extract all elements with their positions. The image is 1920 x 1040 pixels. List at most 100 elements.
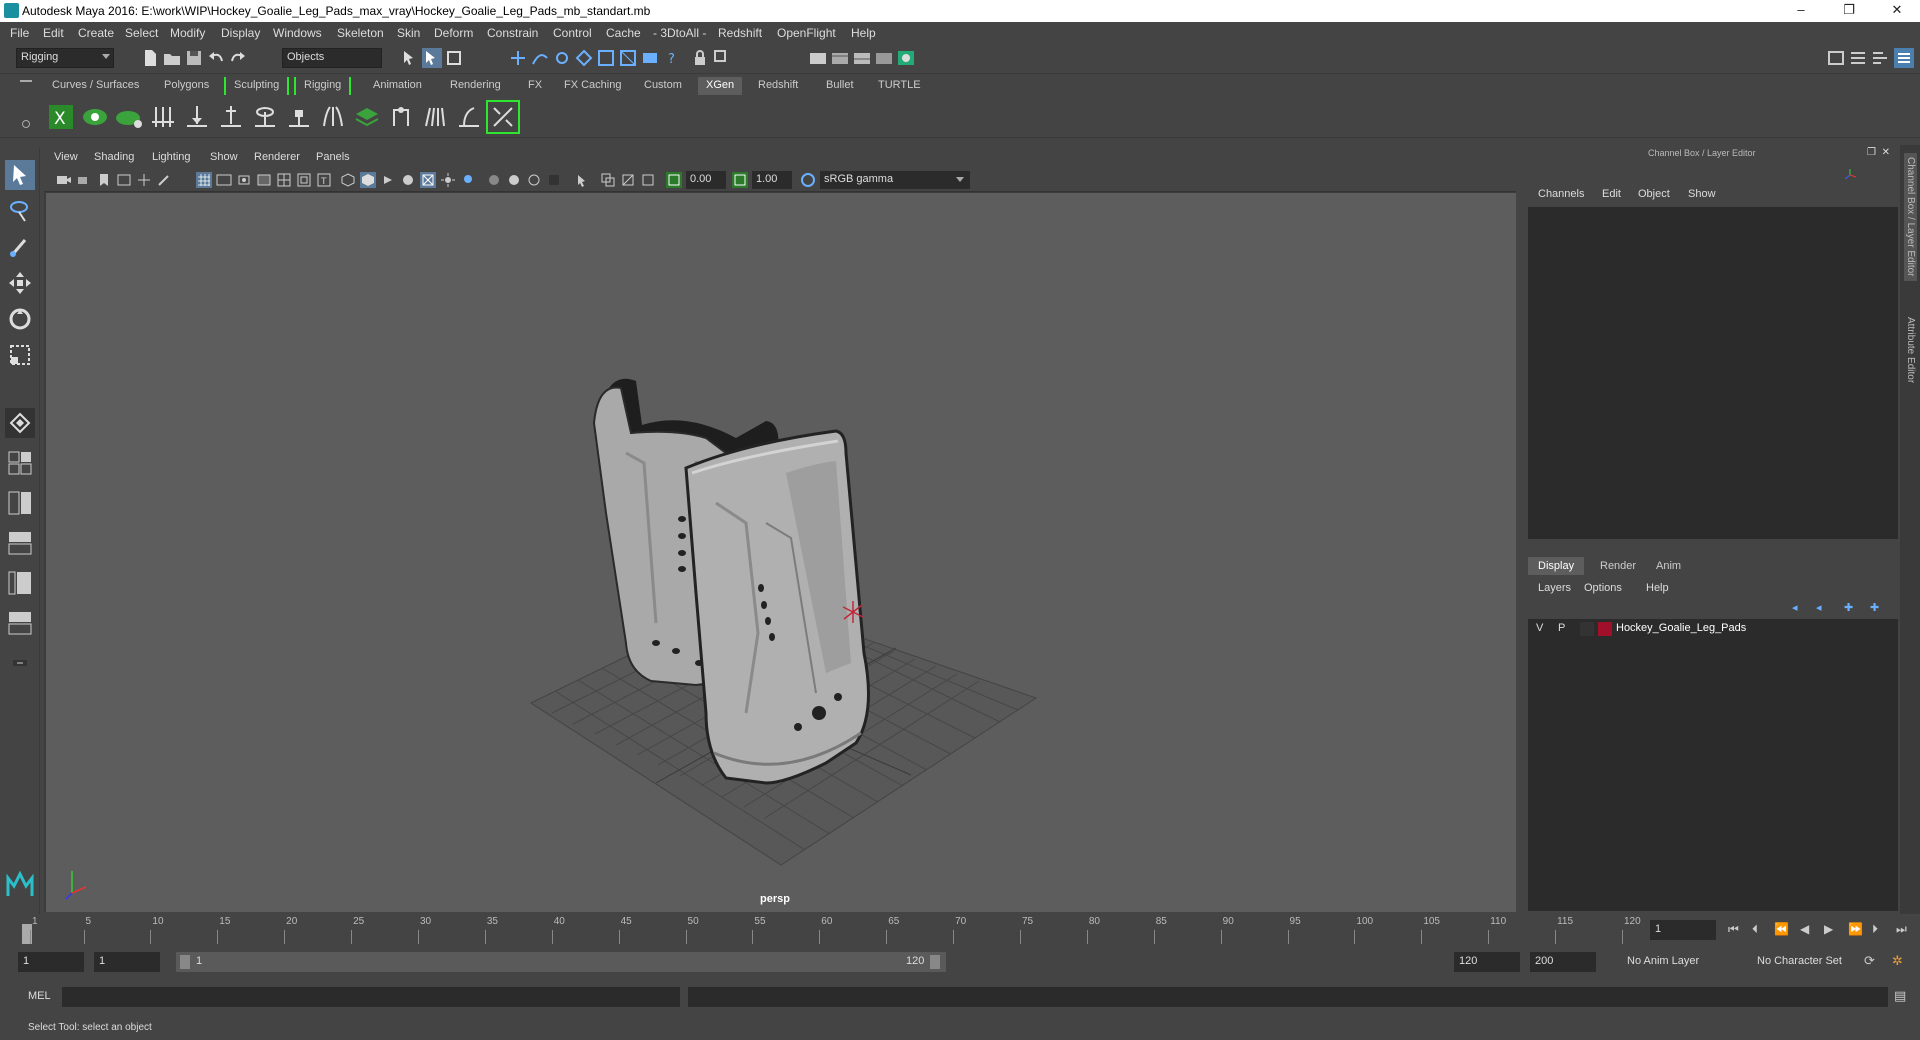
play-forwards-icon[interactable]: ▶	[1824, 922, 1833, 936]
gate-mask-icon[interactable]	[256, 172, 272, 188]
isolate-select-icon[interactable]	[574, 172, 590, 188]
xgen-guide-sculpt-icon[interactable]	[386, 102, 416, 132]
gamma-field[interactable]: 1.00	[752, 171, 792, 189]
shelf-tab-animation[interactable]: Animation	[365, 77, 430, 95]
render-frame-icon[interactable]	[830, 48, 850, 68]
shelf-tab-polygons[interactable]: Polygons	[156, 77, 217, 95]
animation-preferences-icon[interactable]: ✲	[1892, 953, 1903, 969]
symmetry-icon[interactable]	[640, 48, 660, 68]
last-tool-icon[interactable]	[5, 408, 35, 438]
menu-file[interactable]: File	[10, 26, 29, 40]
redo-icon[interactable]	[228, 48, 248, 68]
xray-icon[interactable]	[600, 172, 616, 188]
playback-end-field[interactable]: 120	[1454, 952, 1520, 972]
vp-menu-panels[interactable]: Panels	[316, 151, 350, 163]
layout-side-by-side-icon[interactable]	[5, 488, 35, 518]
wireframe-on-shaded-icon[interactable]	[400, 172, 416, 188]
shelf-settings-icon[interactable]	[22, 120, 30, 128]
camera-attributes-icon[interactable]	[76, 172, 92, 188]
render-settings-icon[interactable]	[874, 48, 894, 68]
shelf-tab-bullet[interactable]: Bullet	[818, 77, 862, 95]
animation-end-field[interactable]: 200	[1530, 952, 1596, 972]
hypershade-icon[interactable]	[896, 48, 916, 68]
anim-layer-dropdown[interactable]: No Anim Layer	[1622, 952, 1744, 972]
bookmark-icon[interactable]	[96, 172, 112, 188]
exposure-icon[interactable]	[666, 172, 682, 188]
snap-view-plane-icon[interactable]	[574, 48, 594, 68]
layer-playback-toggle[interactable]: P	[1558, 622, 1576, 636]
le-menu-options[interactable]: Options	[1584, 582, 1622, 594]
side-tab-channel-box[interactable]: Channel Box / Layer Editor	[1904, 153, 1917, 281]
vp-menu-renderer[interactable]: Renderer	[254, 151, 300, 163]
safe-title-icon[interactable]: T	[316, 172, 332, 188]
animation-start-field[interactable]: 1	[18, 952, 84, 972]
textured-icon[interactable]	[420, 172, 436, 188]
playback-start-field[interactable]: 1	[94, 952, 160, 972]
restore-button[interactable]: ❐	[1834, 2, 1864, 20]
minimize-button[interactable]: –	[1786, 2, 1816, 20]
xgen-layer-icon[interactable]	[352, 102, 382, 132]
menu-select[interactable]: Select	[125, 26, 158, 40]
lock-icon[interactable]	[690, 48, 710, 68]
step-back-frame-icon[interactable]: ⏴	[1752, 922, 1758, 937]
tab-anim[interactable]: Anim	[1646, 557, 1691, 575]
range-end-handle[interactable]	[930, 955, 940, 969]
command-input[interactable]	[62, 987, 680, 1007]
view-transform-dropdown[interactable]: sRGB gamma	[820, 171, 970, 189]
2d-pan-zoom-icon[interactable]	[136, 172, 152, 188]
command-language-label[interactable]: MEL	[28, 990, 51, 1002]
shelf-tab-fx[interactable]: FX	[520, 77, 550, 95]
xgen-lock-guide-icon[interactable]	[284, 102, 314, 132]
xgen-interactive-groom-icon[interactable]	[486, 100, 520, 134]
motion-blur-icon[interactable]	[506, 172, 522, 188]
new-scene-icon[interactable]	[140, 48, 160, 68]
open-scene-icon[interactable]	[162, 48, 182, 68]
time-slider-track[interactable]: 1 5 10 15 20 25 30 35 40 45 50 55 60 65 70 75 80 85 90 95 10…	[22, 916, 1641, 944]
lasso-tool-icon[interactable]	[5, 196, 35, 226]
cb-menu-edit[interactable]: Edit	[1602, 188, 1621, 200]
undo-icon[interactable]	[206, 48, 226, 68]
shelf-tab-custom[interactable]: Custom	[636, 77, 690, 95]
range-start-handle[interactable]	[180, 955, 190, 969]
go-to-start-icon[interactable]: ⏮	[1728, 922, 1739, 937]
safe-action-icon[interactable]	[296, 172, 312, 188]
cb-menu-object[interactable]: Object	[1638, 188, 1670, 200]
xgen-add-guide-icon[interactable]	[148, 102, 178, 132]
range-slider[interactable]: 1 120	[176, 952, 946, 972]
menu-create[interactable]: Create	[78, 26, 114, 40]
toggle-outliner-icon[interactable]	[1826, 48, 1846, 68]
layer-name[interactable]: Hockey_Goalie_Leg_Pads	[1616, 622, 1746, 634]
xgen-guides-to-curves-icon[interactable]	[318, 102, 348, 132]
menu-display[interactable]: Display	[221, 26, 260, 40]
camera-select-icon[interactable]	[56, 172, 72, 188]
wireframe-icon[interactable]	[340, 172, 356, 188]
smooth-shade-icon[interactable]	[360, 172, 376, 188]
depth-of-field-icon[interactable]	[546, 172, 562, 188]
screen-space-ao-icon[interactable]	[486, 172, 502, 188]
step-forward-key-icon[interactable]: ⏩	[1848, 922, 1863, 936]
paint-select-tool-icon[interactable]	[5, 232, 35, 262]
grid-toggle-icon[interactable]	[196, 172, 212, 188]
anti-aliasing-icon[interactable]	[526, 172, 542, 188]
go-to-end-icon[interactable]: ⏭	[1896, 922, 1907, 937]
le-menu-help[interactable]: Help	[1646, 582, 1669, 594]
menuset-dropdown[interactable]: Rigging	[16, 48, 114, 68]
menu-deform[interactable]: Deform	[434, 26, 473, 40]
shelf-tab-turtle[interactable]: TURTLE	[870, 77, 929, 95]
xgen-groom-icon[interactable]	[420, 102, 450, 132]
shelf-tab-rendering[interactable]: Rendering	[442, 77, 509, 95]
xray-active-components-icon[interactable]	[620, 172, 636, 188]
play-backwards-icon[interactable]: ◀	[1800, 922, 1809, 936]
time-slider[interactable]: 1 5 10 15 20 25 30 35 40 45 50 55 60 65 70 75 80 85 90 95 10…	[0, 914, 1920, 946]
menu-3dtoall[interactable]: - 3DtoAll -	[653, 26, 706, 40]
selection-mode-dropdown[interactable]: Objects	[282, 48, 382, 68]
layout-persp-outliner-icon[interactable]	[5, 608, 35, 638]
cb-menu-channels[interactable]: Channels	[1538, 188, 1584, 200]
xgen-curves-icon[interactable]	[454, 102, 484, 132]
layer-visibility-toggle[interactable]: V	[1536, 622, 1554, 636]
new-layer-icon[interactable]: ✚	[1844, 601, 1860, 615]
rotate-tool-icon[interactable]	[5, 304, 35, 334]
vp-menu-shading[interactable]: Shading	[94, 151, 134, 163]
color-management-icon[interactable]	[800, 172, 816, 188]
layout-four-view-icon[interactable]	[5, 448, 35, 478]
